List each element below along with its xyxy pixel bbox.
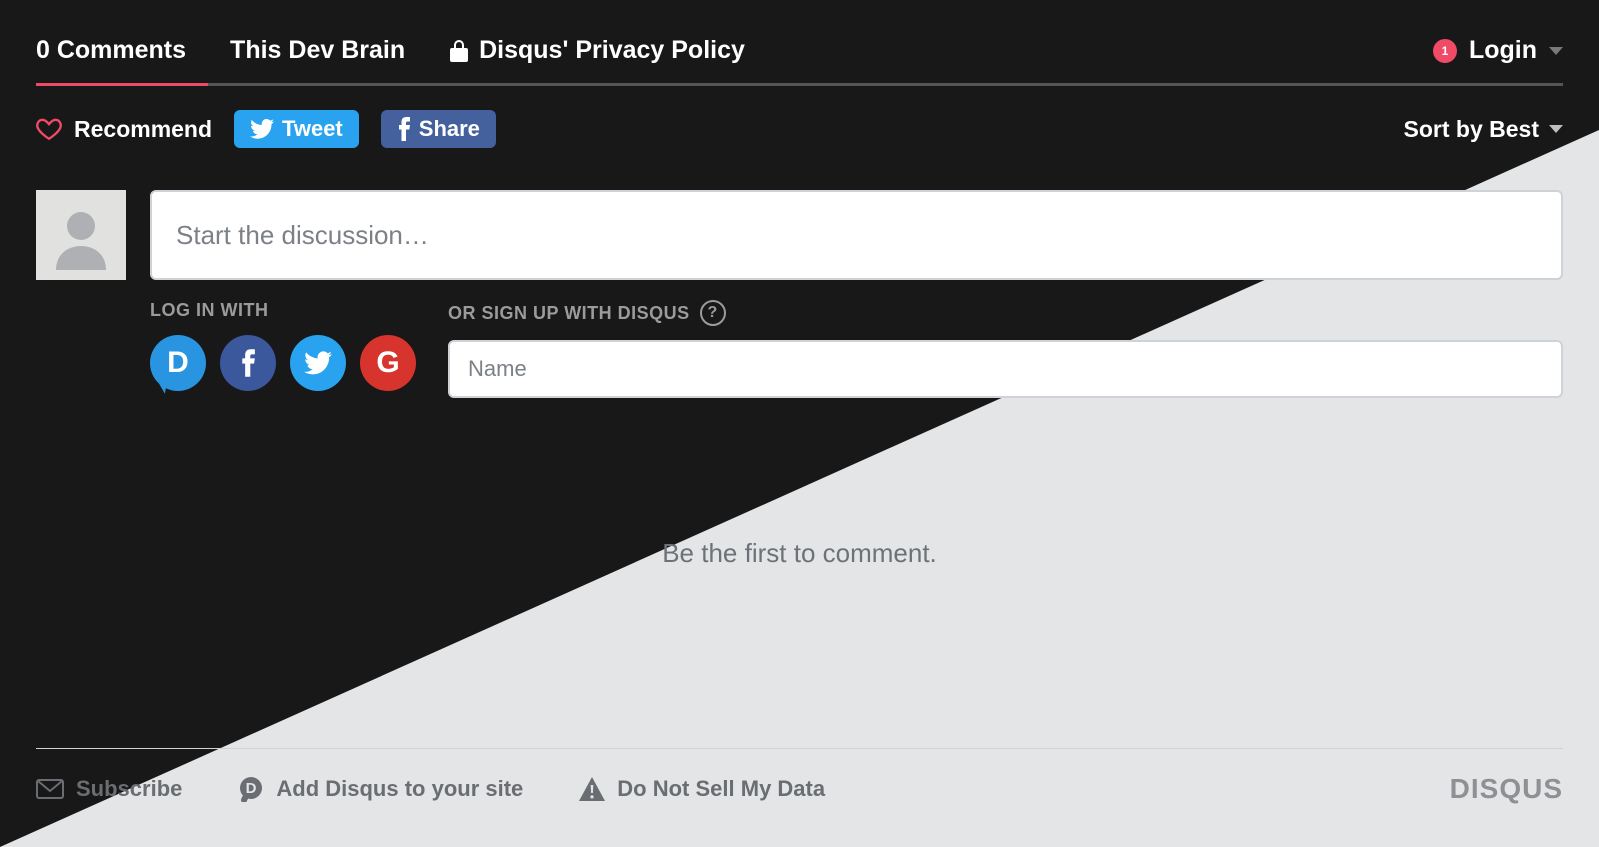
facebook-icon bbox=[240, 348, 256, 378]
envelope-icon bbox=[36, 779, 64, 799]
login-with-section: LOG IN WITH D G bbox=[150, 300, 416, 398]
tweet-button[interactable]: Tweet bbox=[234, 110, 359, 148]
login-google-button[interactable]: G bbox=[360, 335, 416, 391]
notification-badge: 1 bbox=[1433, 39, 1457, 63]
lock-icon bbox=[449, 39, 469, 63]
empty-state: Be the first to comment. bbox=[36, 538, 1563, 569]
signup-header-text: OR SIGN UP WITH DISQUS bbox=[448, 303, 690, 324]
login-dropdown[interactable]: 1 Login bbox=[1433, 36, 1563, 83]
share-button[interactable]: Share bbox=[381, 110, 496, 148]
login-facebook-button[interactable] bbox=[220, 335, 276, 391]
tweet-label: Tweet bbox=[282, 116, 343, 142]
svg-text:D: D bbox=[246, 780, 257, 797]
do-not-sell-label: Do Not Sell My Data bbox=[617, 776, 825, 802]
share-label: Share bbox=[419, 116, 480, 142]
chevron-down-icon bbox=[1549, 125, 1563, 133]
help-icon[interactable]: ? bbox=[700, 300, 726, 326]
disqus-icon: D bbox=[167, 346, 189, 380]
recommend-button[interactable]: Recommend bbox=[36, 116, 212, 143]
twitter-icon bbox=[304, 351, 332, 375]
google-icon: G bbox=[376, 346, 399, 380]
login-twitter-button[interactable] bbox=[290, 335, 346, 391]
header-tabs: 0 Comments This Dev Brain Disqus' Privac… bbox=[36, 36, 1563, 83]
disqus-brand[interactable]: DISQUS bbox=[1450, 773, 1563, 805]
comment-textbox[interactable] bbox=[150, 190, 1563, 280]
comment-input[interactable] bbox=[176, 220, 1537, 251]
facebook-icon bbox=[397, 117, 411, 141]
tab-comments[interactable]: 0 Comments bbox=[36, 36, 186, 83]
action-bar: Recommend Tweet Share Sort by Best bbox=[36, 110, 1563, 148]
sort-label: Sort by Best bbox=[1404, 116, 1539, 143]
signup-section: OR SIGN UP WITH DISQUS ? bbox=[448, 300, 1563, 398]
disqus-bubble-icon: D bbox=[238, 776, 264, 802]
signup-header: OR SIGN UP WITH DISQUS ? bbox=[448, 300, 1563, 326]
social-login-buttons: D G bbox=[150, 335, 416, 391]
auth-row: LOG IN WITH D G bbox=[36, 300, 1563, 398]
tab-underline bbox=[36, 83, 1563, 86]
warning-icon bbox=[579, 777, 605, 801]
signup-name-input[interactable] bbox=[448, 340, 1563, 398]
twitter-icon bbox=[250, 119, 274, 139]
footer: Subscribe D Add Disqus to your site Do N… bbox=[36, 748, 1563, 805]
avatar bbox=[36, 190, 126, 280]
login-disqus-button[interactable]: D bbox=[150, 335, 206, 391]
add-disqus-label: Add Disqus to your site bbox=[276, 776, 523, 802]
subscribe-link[interactable]: Subscribe bbox=[36, 776, 182, 802]
login-label: Login bbox=[1469, 36, 1537, 65]
heart-icon bbox=[36, 117, 62, 141]
recommend-label: Recommend bbox=[74, 116, 212, 143]
chevron-down-icon bbox=[1549, 47, 1563, 55]
compose-row bbox=[36, 190, 1563, 280]
subscribe-label: Subscribe bbox=[76, 776, 182, 802]
login-with-header: LOG IN WITH bbox=[150, 300, 416, 321]
add-disqus-link[interactable]: D Add Disqus to your site bbox=[238, 776, 523, 802]
tab-site-name[interactable]: This Dev Brain bbox=[230, 36, 405, 83]
privacy-label: Disqus' Privacy Policy bbox=[479, 36, 745, 65]
avatar-placeholder-icon bbox=[46, 200, 116, 270]
tab-privacy-policy[interactable]: Disqus' Privacy Policy bbox=[449, 36, 745, 83]
sort-dropdown[interactable]: Sort by Best bbox=[1404, 116, 1563, 143]
do-not-sell-link[interactable]: Do Not Sell My Data bbox=[579, 776, 825, 802]
tab-underline-active bbox=[36, 83, 208, 86]
